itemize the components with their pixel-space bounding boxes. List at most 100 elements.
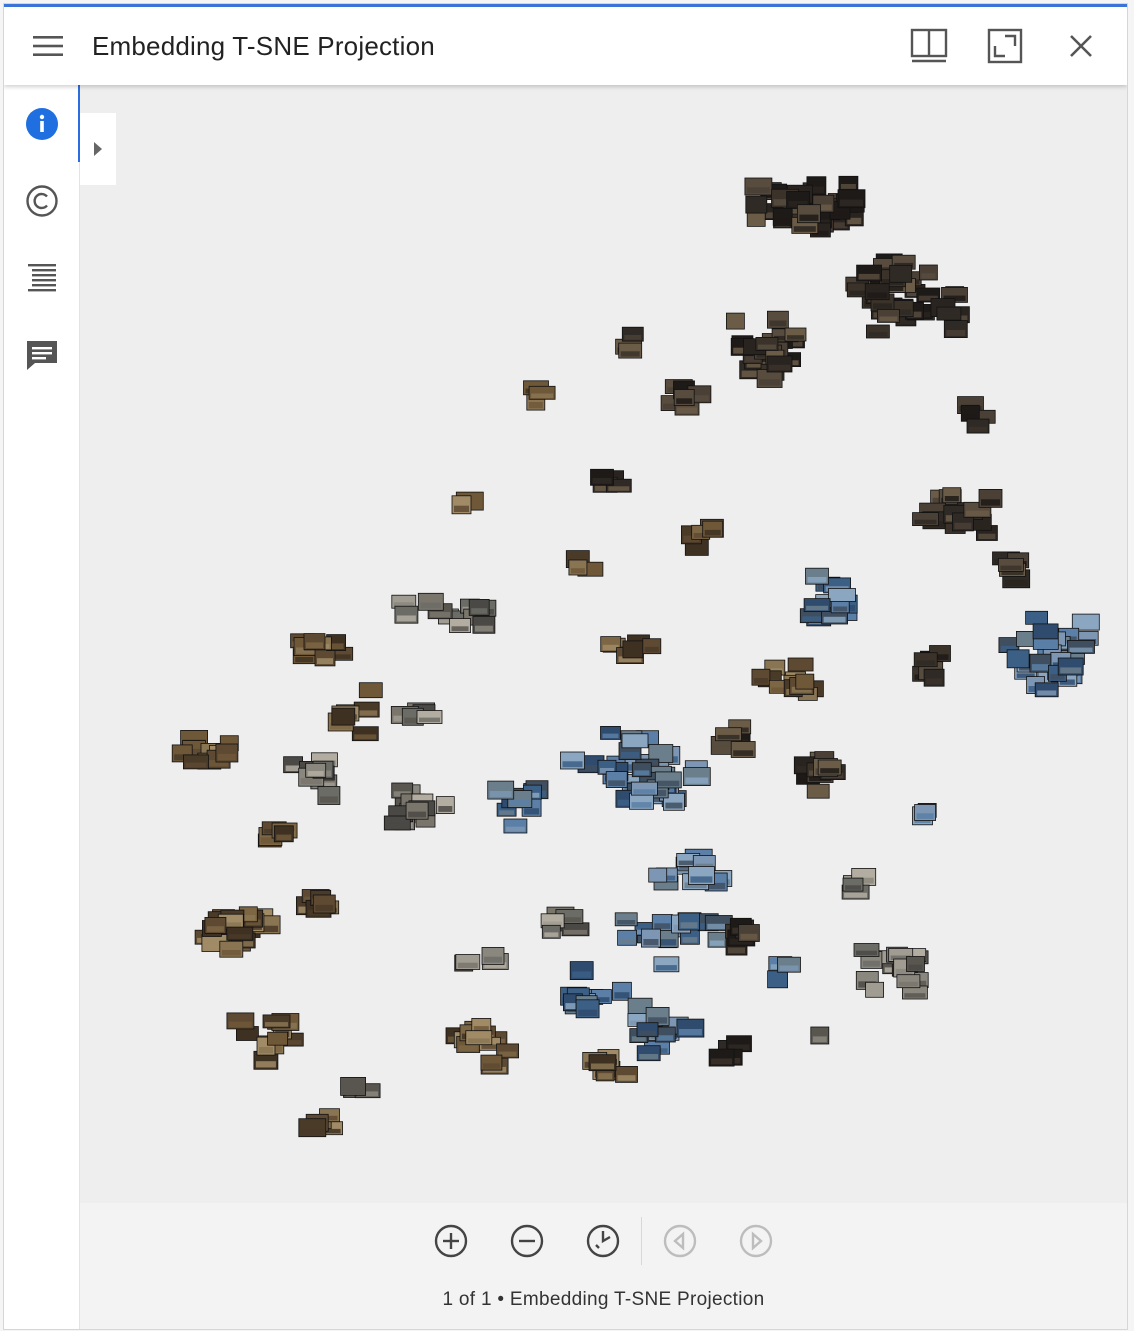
sidebar-item-annotations[interactable] bbox=[4, 316, 79, 393]
thumbnail bbox=[708, 1048, 735, 1067]
thumbnail bbox=[866, 324, 890, 339]
thumbnail bbox=[617, 929, 637, 946]
thumbnail bbox=[726, 312, 745, 330]
thumbnail bbox=[622, 640, 644, 659]
thumbnail bbox=[715, 727, 742, 742]
thumbnail bbox=[806, 783, 830, 799]
thumbnail bbox=[561, 922, 590, 937]
sidebar-item-rights[interactable] bbox=[4, 162, 79, 239]
zoom-out-icon bbox=[510, 1224, 544, 1258]
thumbnail bbox=[1034, 682, 1059, 698]
fullscreen-button[interactable] bbox=[967, 7, 1043, 85]
title-bar: Embedding T-SNE Projection bbox=[4, 7, 1127, 85]
thumbnail bbox=[612, 981, 632, 1001]
thumbnail bbox=[810, 1026, 830, 1045]
reset-zoom-button[interactable] bbox=[584, 1222, 622, 1260]
close-button[interactable] bbox=[1043, 7, 1119, 85]
info-icon bbox=[25, 107, 58, 140]
thumbnail bbox=[943, 320, 968, 339]
thumbnail bbox=[455, 954, 481, 970]
thumbnail bbox=[575, 999, 600, 1019]
thumbnail bbox=[1067, 640, 1095, 654]
thumbnail bbox=[838, 175, 859, 191]
thumbnail bbox=[889, 264, 913, 283]
thumbnail bbox=[842, 877, 864, 892]
thumbnail bbox=[451, 495, 472, 515]
thumbnail bbox=[614, 912, 638, 927]
thumbnail bbox=[730, 741, 756, 758]
thumbnail bbox=[651, 914, 673, 931]
thumbnail bbox=[1057, 657, 1084, 676]
thumbnail bbox=[472, 615, 496, 634]
thumbnail bbox=[784, 327, 807, 342]
thumbnail bbox=[631, 781, 658, 796]
thumbnail bbox=[394, 605, 419, 624]
thumbnail bbox=[745, 195, 768, 214]
zoom-out-button[interactable] bbox=[508, 1222, 546, 1260]
thumbnail bbox=[503, 818, 528, 834]
chevron-right-icon bbox=[94, 142, 102, 156]
thumbnail bbox=[528, 385, 556, 400]
menu-button[interactable] bbox=[4, 7, 92, 85]
sidebar-item-information[interactable] bbox=[4, 85, 80, 162]
thumbnail bbox=[226, 926, 254, 941]
thumbnail bbox=[678, 912, 700, 931]
thumbnail bbox=[919, 264, 938, 281]
thumbnail bbox=[978, 488, 1003, 508]
thumbnail bbox=[569, 961, 594, 980]
thumbnail bbox=[1029, 653, 1052, 673]
thumbnail bbox=[219, 940, 244, 958]
two-page-view-button[interactable] bbox=[891, 7, 967, 85]
thumbnail bbox=[340, 1077, 367, 1096]
previous-page-button[interactable] bbox=[661, 1222, 699, 1260]
copyright-icon bbox=[25, 184, 58, 217]
image-canvas[interactable] bbox=[80, 85, 1127, 1203]
fullscreen-icon bbox=[987, 28, 1023, 64]
thumbnail bbox=[204, 917, 227, 934]
thumbnail bbox=[262, 1014, 291, 1029]
thumbnail bbox=[913, 652, 938, 668]
thumbnail bbox=[317, 786, 341, 805]
thumbnail bbox=[738, 924, 760, 942]
thumbnail bbox=[777, 956, 801, 973]
thumbnail bbox=[1071, 613, 1100, 631]
thumbnail bbox=[273, 825, 294, 843]
thumbnail bbox=[631, 762, 652, 778]
thumbnail bbox=[702, 520, 724, 538]
thumbnail bbox=[615, 1066, 638, 1083]
zoom-in-button[interactable] bbox=[432, 1222, 470, 1260]
thumbnail bbox=[629, 792, 654, 810]
thumbnail bbox=[912, 512, 939, 527]
thumbnail bbox=[803, 598, 831, 612]
thumbnail bbox=[966, 418, 990, 434]
sidebar-item-structure[interactable] bbox=[4, 239, 79, 316]
thumbnail bbox=[805, 567, 829, 585]
drawer-toggle-button[interactable] bbox=[80, 113, 116, 185]
thumbnail bbox=[767, 970, 788, 989]
thumbnail bbox=[828, 588, 856, 602]
thumbnail bbox=[621, 733, 649, 749]
thumbnail bbox=[906, 956, 925, 972]
thumbnail bbox=[998, 557, 1024, 572]
thumbnail bbox=[465, 1030, 493, 1046]
thumbnail bbox=[331, 707, 356, 726]
thumbnail bbox=[416, 710, 443, 724]
thumbnail bbox=[856, 264, 882, 282]
next-page-button[interactable] bbox=[737, 1222, 775, 1260]
book-open-icon bbox=[910, 28, 948, 63]
thumbnail bbox=[590, 468, 614, 486]
thumbnail bbox=[267, 1031, 289, 1046]
thumbnail bbox=[541, 924, 561, 939]
thumbnail bbox=[755, 336, 779, 351]
thumbnail bbox=[435, 796, 455, 814]
thumbnail bbox=[405, 801, 429, 820]
thumbnail bbox=[618, 342, 643, 359]
thumbnail bbox=[766, 355, 793, 373]
thumbnail bbox=[621, 326, 644, 342]
thumbnail bbox=[481, 947, 505, 965]
page-label: 1 of 1 • Embedding T-SNE Projection bbox=[442, 1289, 765, 1310]
thumbnail bbox=[772, 208, 793, 226]
thumbnail bbox=[797, 204, 821, 224]
thumbnail bbox=[417, 592, 444, 611]
tsne-thumbnail-scatter bbox=[171, 175, 1100, 1138]
